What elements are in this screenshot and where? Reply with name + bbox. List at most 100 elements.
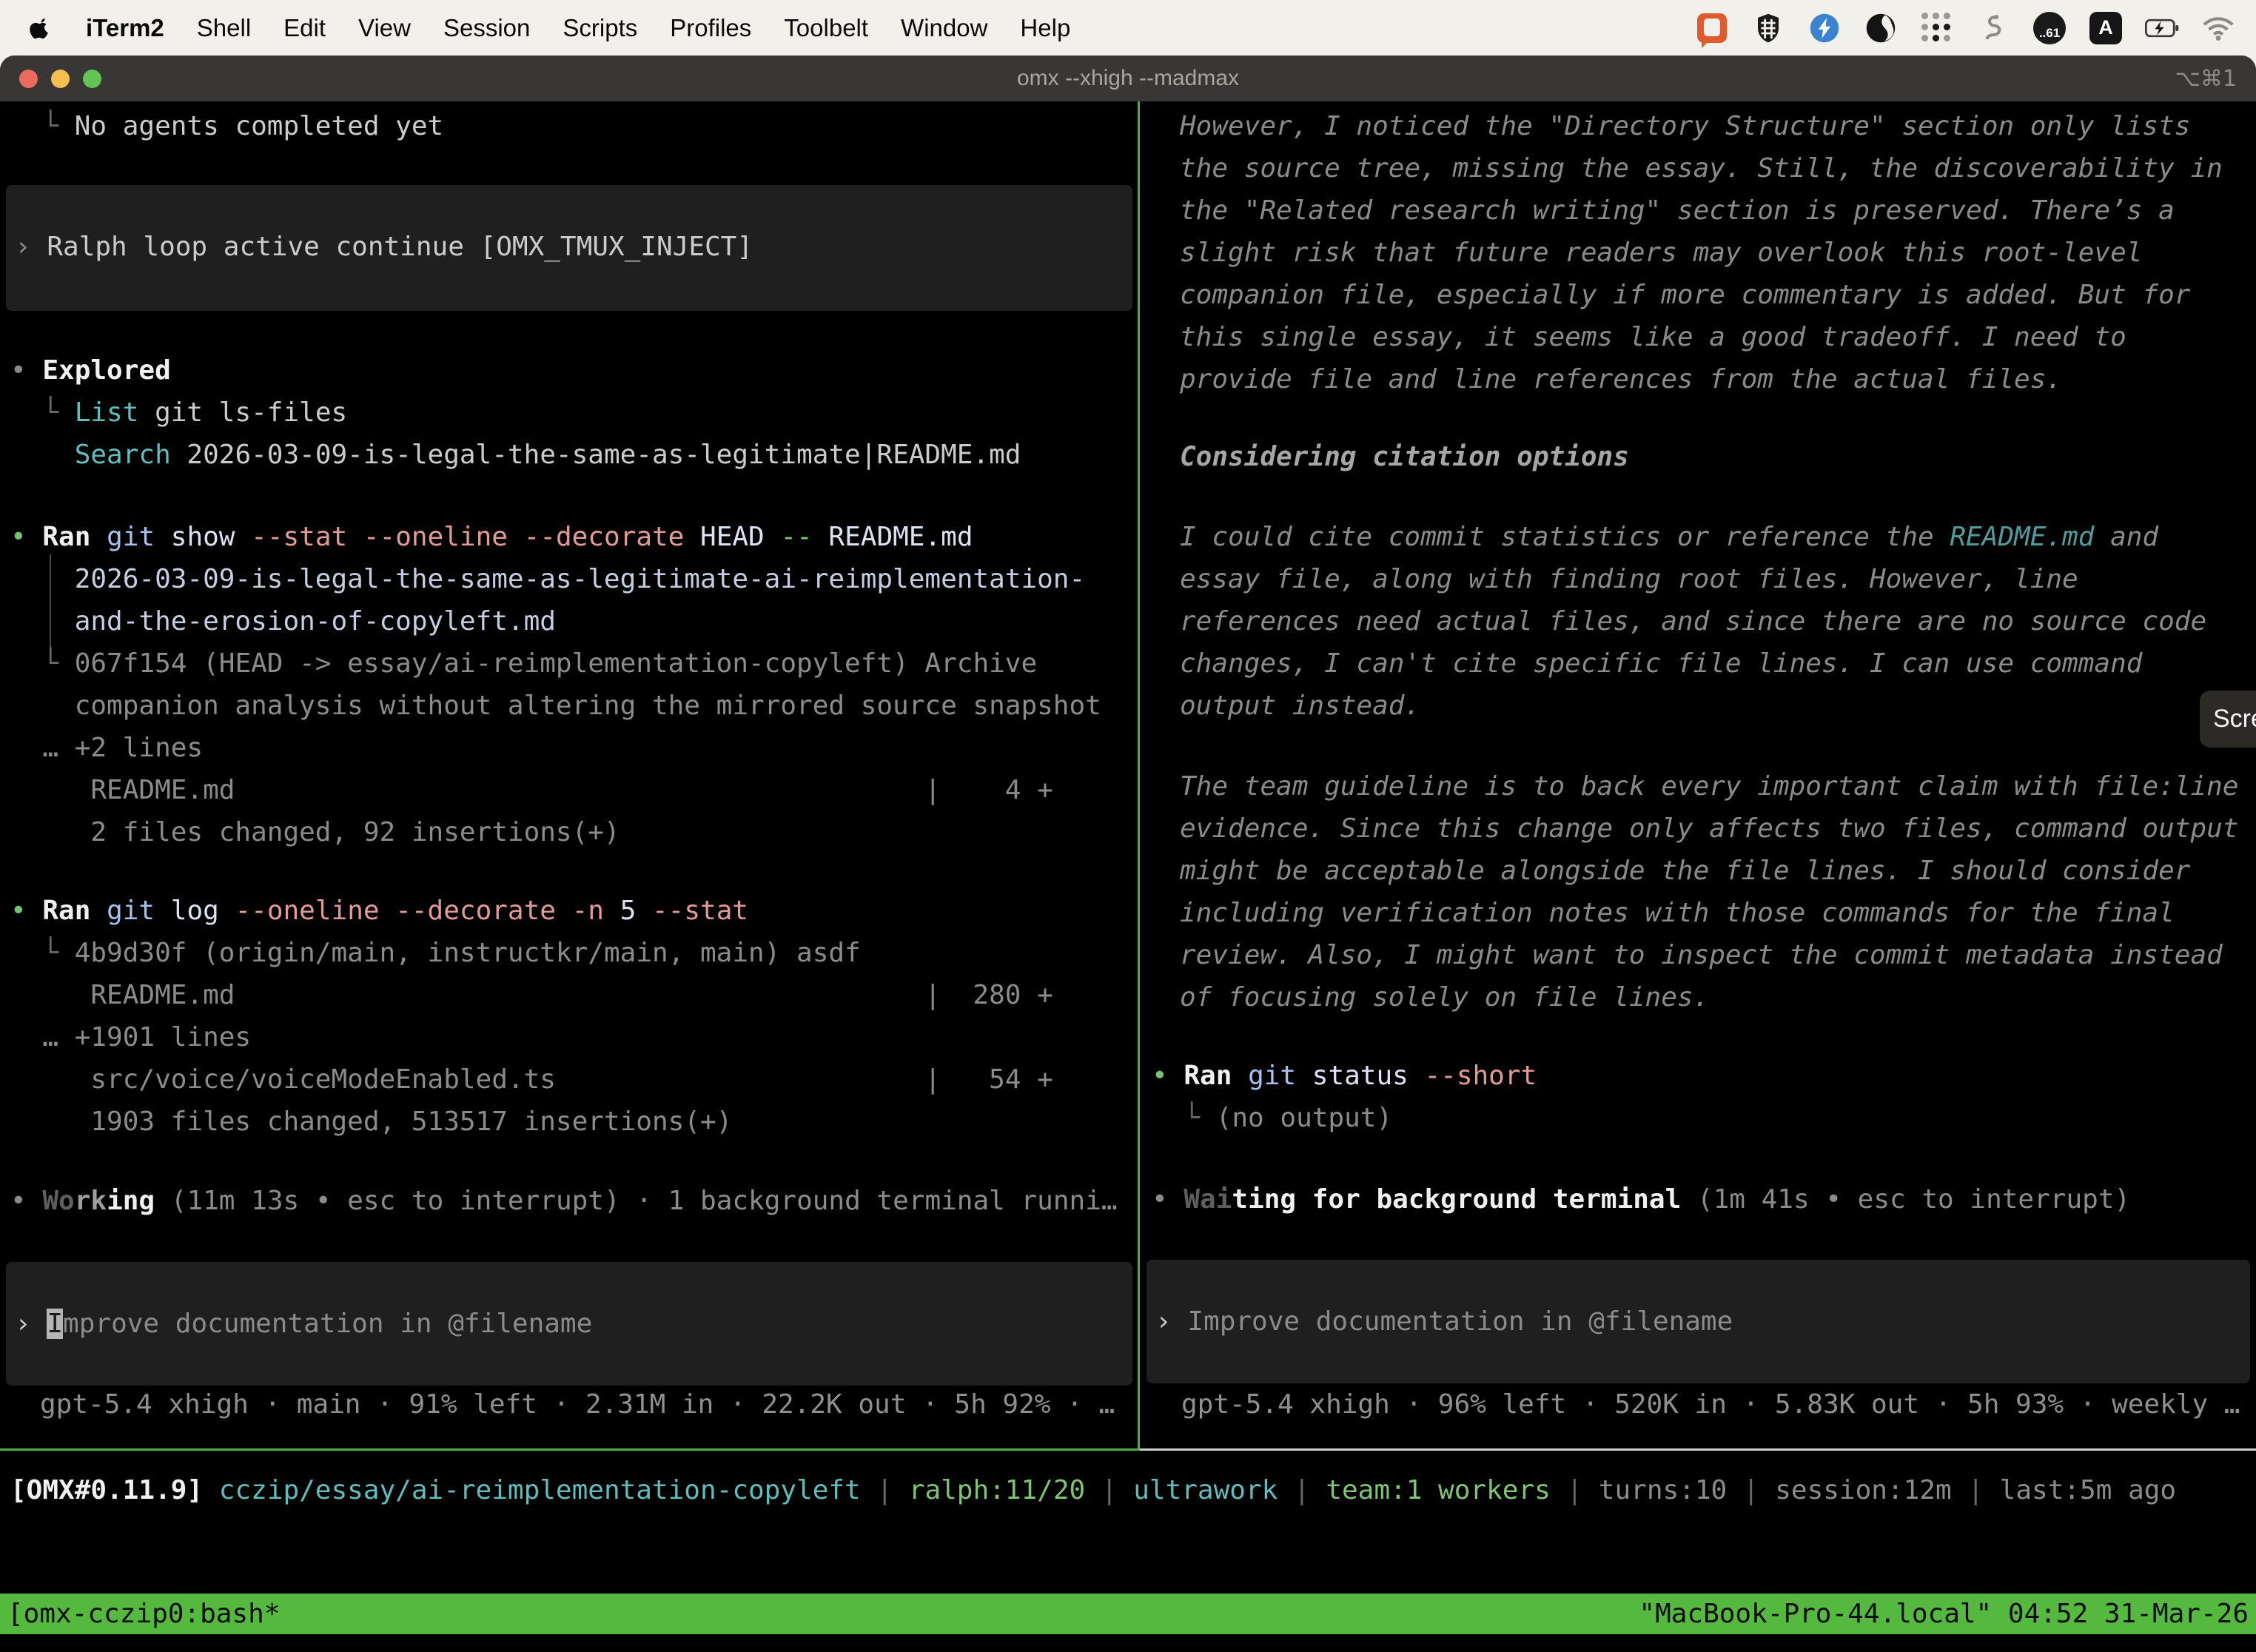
tmux-status-bar: [omx-cczip0:bash* "MacBook-Pro-44.local"… — [0, 1594, 2256, 1634]
terminal-line: › Improve documentation in @filename — [1155, 1300, 2250, 1343]
window-title: omx --xhigh --madmax — [0, 66, 2256, 91]
menu-item-scripts[interactable]: Scripts — [563, 14, 637, 42]
ran-git-status-block: • Ran git status --short └ (no output) — [1152, 1055, 1537, 1139]
terminal-line: essay file, along with finding root file… — [1180, 558, 2206, 600]
terminal-line: README.md | 4 + — [10, 769, 1101, 811]
macos-menu-bar: iTerm2 Shell Edit View Session Scripts P… — [0, 0, 2256, 56]
input-source-icon[interactable]: A — [2089, 11, 2123, 45]
ran-git-show-block: • Ran git show --stat --oneline --decora… — [10, 516, 1101, 853]
terminal-line: including verification notes with those … — [1180, 892, 2238, 934]
tmux-host-clock-label: "MacBook-Pro-44.local" 04:52 31-Mar-26 — [1639, 1599, 2249, 1629]
menu-item-iterm2[interactable]: iTerm2 — [86, 14, 164, 42]
kagi-icon[interactable] — [1864, 11, 1898, 45]
terminal-line: The team guideline is to back every impo… — [1180, 765, 2238, 807]
terminal-line: might be acceptable alongside the file l… — [1180, 850, 2238, 892]
menu-item-toolbelt[interactable]: Toolbelt — [784, 14, 868, 42]
battery-percent-badge-icon[interactable]: ..61 — [2032, 11, 2067, 45]
terminal-line: However, I noticed the "Directory Struct… — [1180, 105, 2223, 147]
shield-grid-icon[interactable] — [1751, 11, 1785, 45]
waiting-status-line: • Waiting for background terminal (1m 41… — [1152, 1178, 2130, 1220]
terminal-line: └ List git ls-files — [10, 392, 1021, 434]
menu-status-icons: ..61 A — [1695, 11, 2235, 45]
reasoning-paragraph-1: However, I noticed the "Directory Struct… — [1180, 105, 2223, 400]
terminal-line: Search 2026-03-09-is-legal-the-same-as-l… — [10, 434, 1021, 476]
pane-bottom-border-active — [0, 1448, 1140, 1451]
menu-item-session[interactable]: Session — [443, 14, 530, 42]
terminal-line: └ (no output) — [1152, 1097, 1537, 1139]
terminal-line: companion analysis without altering the … — [10, 685, 1101, 727]
speedtest-icon[interactable] — [1807, 11, 1842, 45]
terminal-line: … +1901 lines — [10, 1016, 1053, 1058]
working-status-line: • Working (11m 13s • esc to interrupt) ·… — [10, 1180, 1118, 1222]
terminal-line: review. Also, I might want to inspect th… — [1180, 934, 2238, 976]
iterm2-window: omx --xhigh --madmax ⌥⌘1 └ No agents com… — [0, 56, 2256, 1652]
terminal-line: › Improve documentation in @filename — [15, 1303, 1132, 1345]
menu-item-window[interactable]: Window — [901, 14, 987, 42]
terminal-line: provide file and line references from th… — [1180, 358, 2223, 400]
terminal-line: [OMX#0.11.9] cczip/essay/ai-reimplementa… — [10, 1469, 2176, 1511]
prompt-input-box-left[interactable]: › Improve documentation in @filename — [6, 1262, 1132, 1386]
terminal-line: this single essay, it seems like a good … — [1180, 316, 2223, 358]
terminal-line: README.md | 280 + — [10, 974, 1053, 1016]
terminal-line: • Ran git log --oneline --decorate -n 5 … — [10, 890, 1053, 932]
terminal-line: output instead. — [1180, 685, 2206, 727]
terminal-line: evidence. Since this change only affects… — [1180, 807, 2238, 850]
terminal-line: 2 files changed, 92 insertions(+) — [10, 811, 1101, 853]
tmux-pane-right[interactable]: However, I noticed the "Directory Struct… — [1140, 101, 2256, 1451]
terminal-line: • Working (11m 13s • esc to interrupt) ·… — [10, 1180, 1118, 1222]
terminal-line: and-the-erosion-of-copyleft.md — [10, 600, 1101, 642]
screen: iTerm2 Shell Edit View Session Scripts P… — [0, 0, 2256, 1652]
terminal-line: the "Related research writing" section i… — [1180, 189, 2223, 232]
reasoning-heading: Considering citation options — [1180, 436, 1629, 478]
model-status-line-right: gpt-5.4 xhigh · 96% left · 520K in · 5.8… — [1181, 1389, 2240, 1420]
terminal-line: • Ran git status --short — [1152, 1055, 1537, 1097]
menu-items: iTerm2 Shell Edit View Session Scripts P… — [86, 14, 1070, 42]
ralph-loop-input-box[interactable]: › Ralph loop active continue [OMX_TMUX_I… — [6, 185, 1132, 311]
terminal-line: Considering citation options — [1180, 436, 1629, 478]
terminal-line: references need actual files, and since … — [1180, 600, 2206, 642]
menu-item-view[interactable]: View — [358, 14, 411, 42]
terminal-line: • Waiting for background terminal (1m 41… — [1152, 1178, 2130, 1220]
window-title-bar[interactable]: omx --xhigh --madmax ⌥⌘1 — [0, 56, 2256, 101]
tmux-session-label: [omx-cczip0:bash* — [7, 1599, 280, 1629]
apple-menu-icon[interactable] — [30, 13, 55, 43]
tooltip-label: Scre — [2213, 705, 2256, 733]
terminal-line: 2026-03-09-is-legal-the-same-as-legitima… — [10, 558, 1101, 600]
terminal-line: … +2 lines — [10, 727, 1101, 769]
chat-app-icon[interactable] — [1695, 11, 1729, 45]
window-shortcut-badge: ⌥⌘1 — [2175, 66, 2237, 92]
omx-status-line: [OMX#0.11.9] cczip/essay/ai-reimplementa… — [10, 1469, 2176, 1511]
wifi-icon[interactable] — [2201, 11, 2235, 45]
menu-item-profiles[interactable]: Profiles — [670, 14, 751, 42]
menu-item-edit[interactable]: Edit — [283, 14, 326, 42]
agents-status-line: └ No agents completed yet — [10, 105, 443, 147]
reasoning-paragraph-3: The team guideline is to back every impo… — [1180, 765, 2238, 1018]
tmux-pane-left[interactable]: └ No agents completed yet › Ralph loop a… — [0, 101, 1138, 1451]
tree-guide-line — [50, 554, 51, 648]
terminal-line: src/voice/voiceModeEnabled.ts | 54 + — [10, 1058, 1053, 1101]
terminal-line: └ No agents completed yet — [10, 105, 443, 147]
explored-block: • Explored └ List git ls-files Search 20… — [10, 349, 1021, 476]
terminal-line: I could cite commit statistics or refere… — [1180, 516, 2206, 558]
menu-item-help[interactable]: Help — [1020, 14, 1070, 42]
prompt-input-box-right[interactable]: › Improve documentation in @filename — [1147, 1260, 2250, 1383]
screen-tooltip: Scre — [2200, 691, 2256, 748]
terminal-line: └ 4b9d30f (origin/main, instructkr/main,… — [10, 932, 1053, 974]
terminal-line: changes, I can't cite specific file line… — [1180, 642, 2206, 685]
terminal-line: the source tree, missing the essay. Stil… — [1180, 147, 2223, 189]
terminal-line: • Explored — [10, 349, 1021, 392]
terminal-line: 1903 files changed, 513517 insertions(+) — [10, 1101, 1053, 1143]
battery-icon[interactable] — [2145, 11, 2179, 45]
ran-git-log-block: • Ran git log --oneline --decorate -n 5 … — [10, 890, 1053, 1143]
terminal-line: └ 067f154 (HEAD -> essay/ai-reimplementa… — [10, 642, 1101, 685]
snake-icon[interactable] — [1976, 11, 2010, 45]
terminal-line: slight risk that future readers may over… — [1180, 232, 2223, 274]
model-status-line-left: gpt-5.4 xhigh · main · 91% left · 2.31M … — [40, 1389, 1115, 1420]
terminal-line: • Ran git show --stat --oneline --decora… — [10, 516, 1101, 558]
terminal-line: companion file, especially if more comme… — [1180, 274, 2223, 316]
dots-grid-icon[interactable] — [1920, 11, 1954, 45]
terminal-line: of focusing solely on file lines. — [1180, 976, 2238, 1018]
reasoning-paragraph-2: I could cite commit statistics or refere… — [1180, 516, 2206, 727]
menu-item-shell[interactable]: Shell — [197, 14, 251, 42]
terminal-line: › Ralph loop active continue [OMX_TMUX_I… — [15, 226, 1132, 268]
